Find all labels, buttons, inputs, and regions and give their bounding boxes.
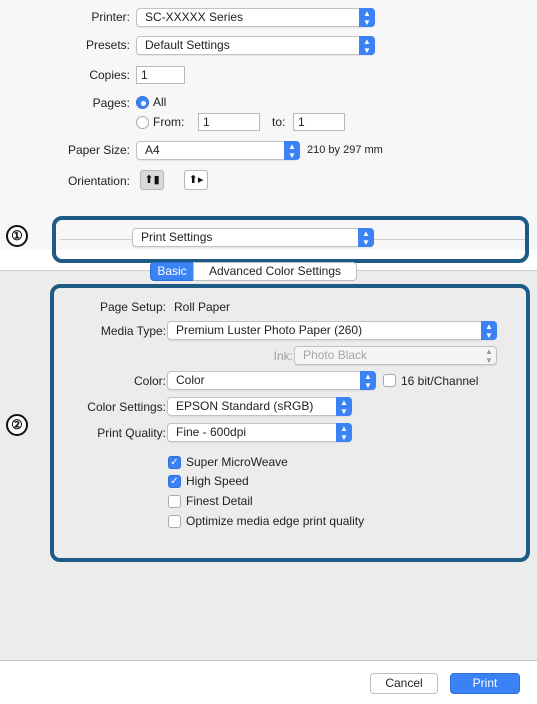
pages-all-label: All (153, 95, 167, 109)
pages-all-radio[interactable] (136, 96, 149, 109)
print-quality-popup[interactable]: Fine - 600dpi ▲ ▼ (167, 423, 352, 442)
panel-menu-value: Print Settings (141, 230, 213, 244)
page-setup-label: Page Setup: (99, 300, 166, 314)
chevron-updown-icon: ▲ ▼ (358, 228, 374, 247)
finest-detail-checkbox[interactable] (168, 495, 181, 508)
ink-popup[interactable]: Photo Black ▲ ▼ (294, 346, 497, 365)
color-settings-label: Color Settings: (87, 400, 166, 414)
high-speed-checkbox[interactable]: ✓ (168, 475, 181, 488)
pages-from-radio[interactable] (136, 116, 149, 129)
panel-menu-popup[interactable]: Print Settings ▲ ▼ (132, 228, 374, 247)
color-settings-value: EPSON Standard (sRGB) (176, 399, 314, 413)
presets-label: Presets: (85, 38, 130, 52)
paper-size-label: Paper Size: (67, 143, 130, 157)
paper-dimensions: 210 by 297 mm (307, 144, 383, 156)
color-settings-popup[interactable]: EPSON Standard (sRGB) ▲ ▼ (167, 397, 352, 416)
chevron-updown-icon: ▲ ▼ (336, 397, 352, 416)
presets-value: Default Settings (145, 38, 230, 52)
paper-size-popup[interactable]: A4 ▲ ▼ (136, 141, 300, 160)
print-quality-value: Fine - 600dpi (176, 425, 247, 439)
chevron-updown-icon: ▲ ▼ (485, 347, 493, 365)
orientation-landscape-icon[interactable]: ⬆▸ (184, 170, 208, 190)
orientation-label: Orientation: (67, 174, 130, 188)
media-type-value: Premium Luster Photo Paper (260) (176, 323, 363, 337)
super-microweave-label: Super MicroWeave (186, 455, 288, 469)
pages-label: Pages: (92, 96, 130, 110)
sixteen-bit-checkbox[interactable] (383, 374, 396, 387)
copies-field[interactable]: 1 (136, 66, 185, 84)
footer-divider (0, 660, 537, 661)
ink-value: Photo Black (303, 348, 368, 362)
pages-to-field[interactable]: 1 (293, 113, 345, 131)
cancel-button[interactable]: Cancel (370, 673, 438, 694)
finest-detail-label: Finest Detail (186, 494, 253, 508)
color-value: Color (176, 373, 205, 387)
super-microweave-checkbox[interactable]: ✓ (168, 456, 181, 469)
optimize-edge-checkbox[interactable] (168, 515, 181, 528)
copies-label: Copies: (89, 68, 130, 82)
presets-popup[interactable]: Default Settings ▲ ▼ (136, 36, 375, 55)
media-type-label: Media Type: (100, 324, 166, 338)
printer-popup[interactable]: SC-XXXXX Series ▲ ▼ (136, 8, 375, 27)
chevron-updown-icon: ▲ ▼ (359, 8, 375, 27)
chevron-updown-icon: ▲ ▼ (336, 423, 352, 442)
orientation-portrait-icon[interactable]: ⬆▮ (140, 170, 164, 190)
pages-from-field[interactable]: 1 (198, 113, 260, 131)
color-popup[interactable]: Color ▲ ▼ (167, 371, 376, 390)
tab-advanced-color-settings[interactable]: Advanced Color Settings (193, 262, 357, 281)
chevron-updown-icon: ▲ ▼ (360, 371, 376, 390)
page-setup-value: Roll Paper (174, 300, 231, 314)
sixteen-bit-label: 16 bit/Channel (401, 374, 479, 388)
print-button[interactable]: Print (450, 673, 520, 694)
print-quality-label: Print Quality: (97, 426, 166, 440)
chevron-updown-icon: ▲ ▼ (481, 321, 497, 340)
pages-from-label: From: (153, 115, 185, 129)
color-label: Color: (133, 374, 166, 388)
ink-label: Ink: (273, 349, 293, 363)
callout-marker-2: ② (6, 414, 28, 436)
paper-size-value: A4 (145, 143, 160, 157)
tab-basic[interactable]: Basic (150, 262, 194, 281)
media-type-popup[interactable]: Premium Luster Photo Paper (260) ▲ ▼ (167, 321, 497, 340)
printer-value: SC-XXXXX Series (145, 10, 244, 24)
callout-marker-1: ① (6, 225, 28, 247)
chevron-updown-icon: ▲ ▼ (359, 36, 375, 55)
printer-label: Printer: (91, 10, 130, 24)
pages-to-label: to: (272, 115, 286, 129)
chevron-updown-icon: ▲ ▼ (284, 141, 300, 160)
optimize-edge-label: Optimize media edge print quality (186, 514, 365, 528)
high-speed-label: High Speed (186, 474, 249, 488)
